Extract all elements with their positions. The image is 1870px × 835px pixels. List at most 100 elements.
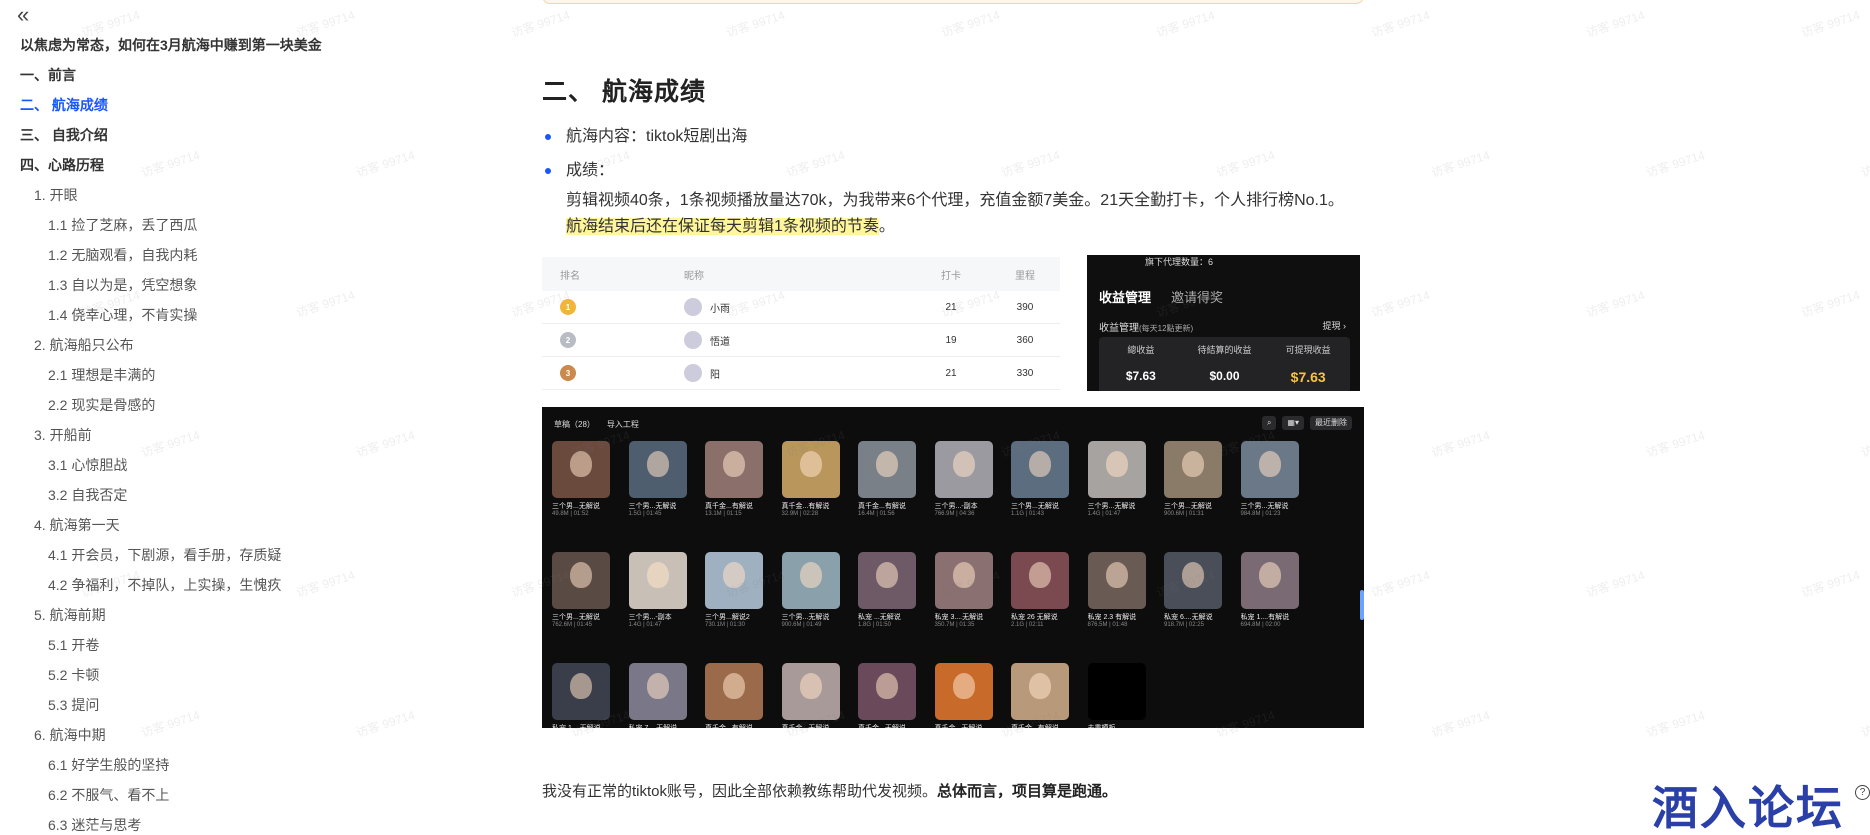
import-project: 导入工程: [606, 420, 639, 429]
draft-tile: 去重模板24.6M | 01:30: [1087, 663, 1146, 728]
draft-tile: 私宠 26 无解说 2.1G | 02:11: [1011, 552, 1069, 628]
toc-item[interactable]: 以焦虑为常态，如何在3月航海中赚到第一块美金: [20, 33, 322, 63]
draft-tile: 三个男...无解说 762.6M | 01:45: [552, 552, 610, 628]
draft-meta: 1.1G | 01:43: [1011, 511, 1044, 517]
toc-item[interactable]: 3. 开船前: [20, 423, 322, 453]
checkin-cell: 21: [945, 301, 957, 313]
toc-item[interactable]: 2. 航海船只公布: [20, 333, 322, 363]
draft-tile: 私宠 2.3 有解说 876.5M | 01:48: [1087, 552, 1146, 628]
toc-item[interactable]: 5. 航海前期: [20, 603, 322, 633]
scrollbar-thumb[interactable]: [1360, 590, 1364, 620]
draft-meta: 13.1M | 01:15: [705, 511, 742, 517]
draft-thumbnail: [781, 552, 840, 609]
draft-meta: 900.6M | 01:49: [781, 622, 822, 628]
draft-meta: 350.7M | 01:35: [934, 622, 975, 628]
watermark-text: 访客 99714: [1644, 427, 1707, 461]
toc-item[interactable]: 1.1 捡了芝麻，丢了西瓜: [20, 213, 322, 243]
drafts-toolbar: ⌕ ▦▾ 最近删除: [1261, 416, 1352, 430]
val-withdrawable: $7.63: [1290, 369, 1326, 385]
draft-thumbnail: [705, 441, 763, 498]
avatar: [684, 298, 702, 316]
header-mileage: 里程: [1015, 270, 1035, 282]
toc-item[interactable]: 二、 航海成绩: [20, 93, 322, 123]
earnings-tabs: 收益管理 邀请得奖: [1099, 287, 1223, 306]
watermark-text: 访客 99714: [1799, 567, 1862, 601]
toc-item[interactable]: 4.1 开会员，下剧源，看手册，存质疑: [20, 543, 322, 573]
toc-item[interactable]: 5.1 开卷: [20, 633, 322, 663]
watermark-text: 访客 99714: [1584, 7, 1647, 41]
watermark-text: 访客 99714: [1859, 148, 1870, 181]
draft-name: 私宠 3....无解说: [934, 614, 984, 621]
draft-name: 真千金...有解说: [781, 503, 830, 510]
toc-item[interactable]: 5.3 提问: [20, 693, 322, 723]
toc-item[interactable]: 1.4 侥幸心理，不肯实操: [20, 303, 322, 333]
draft-tile: 真千金...有解说720.7M | 02:00: [1011, 663, 1069, 728]
toc-item[interactable]: 6.2 不服气、看不上: [20, 783, 322, 813]
toc-item[interactable]: 3.1 心惊胆战: [20, 453, 322, 483]
toc-item[interactable]: 四、心路历程: [20, 153, 322, 183]
watermark-text: 访客 99714: [1584, 567, 1647, 601]
draft-name: 私宠 ...无解说: [858, 614, 901, 621]
draft-name: 真千金...有解说: [858, 503, 906, 510]
draft-thumbnail: [1087, 552, 1146, 609]
col-pending: 待結算的收益: [1197, 345, 1252, 355]
toc-item[interactable]: 6.3 迷茫与思考: [20, 813, 322, 835]
ranking-table-image: 排名 昵称 打卡 里程 1 小雨 21 390 2 悟道 19 360 3 阳 21 330: [542, 257, 1060, 391]
nickname: 阳: [710, 369, 720, 381]
draft-thumbnail: [934, 441, 993, 498]
toc-item[interactable]: 2.1 理想是丰满的: [20, 363, 322, 393]
highlighted-text: 航海结束后还在保证每天剪辑1条视频的节奏: [566, 218, 879, 235]
draft-name: 三个男...解说2: [705, 614, 750, 621]
watermark-text: 访客 99714: [1584, 287, 1647, 321]
mileage-cell: 360: [1016, 334, 1034, 346]
draft-thumbnail: [1087, 441, 1146, 498]
draft-thumbnail: [552, 663, 610, 720]
toc-item[interactable]: 3.2 自我否定: [20, 483, 322, 513]
header-rank: 排名: [560, 270, 580, 282]
watermark-text: 访客 99714: [1369, 7, 1432, 41]
toc-item[interactable]: 1. 开眼: [20, 183, 322, 213]
draft-tile: 三个男...无解说 1.1G | 01:43: [1011, 441, 1069, 517]
toc-item[interactable]: 5.2 卡顿: [20, 663, 322, 693]
toc-item[interactable]: 4.2 争福利，不掉队，上实操，生愧疚: [20, 573, 322, 603]
toc-item[interactable]: 1.2 无脑观看，自我内耗: [20, 243, 322, 273]
bullet-item: 航海内容：tiktok短剧出海: [542, 120, 747, 154]
draft-tile: 三个男...无解说 984.8M | 01:23: [1240, 441, 1299, 517]
results-text: 剪辑视频40条，1条视频播放量达70k，为我带来6个代理，充值金额7美金。21天…: [566, 192, 1344, 209]
draft-meta: 730.1M | 01:30: [705, 622, 745, 628]
draft-name: 三个男...-副本: [934, 503, 978, 510]
draft-tile: 真千金...有解说 13.1M | 01:15: [705, 441, 763, 517]
toc-item[interactable]: 6. 航海中期: [20, 723, 322, 753]
agent-count: 旗下代理数量：6: [1145, 257, 1214, 267]
toc-item[interactable]: 2.2 现实是骨感的: [20, 393, 322, 423]
toc-item[interactable]: 4. 航海第一天: [20, 513, 322, 543]
draft-tile: 三个男...无解说 900.6M | 01:31: [1164, 441, 1222, 517]
draft-name: 私宠 7....无解说: [629, 723, 687, 728]
checkin-cell: 21: [945, 367, 957, 379]
toc-item[interactable]: 1.3 自以为是，凭空想象: [20, 273, 322, 303]
help-icon[interactable]: ?: [1855, 785, 1870, 800]
draft-name: 私宠 1....有解说: [1240, 614, 1290, 621]
watermark-text: 访客 99714: [1429, 147, 1492, 181]
draft-meta: 1.4G | 01:47: [1087, 511, 1121, 517]
table-row: 1 小雨 21 390: [542, 291, 1060, 324]
mileage-cell: 390: [1016, 301, 1034, 313]
conclusion-bold: 总体而言，项目算是跑通。: [937, 783, 1118, 800]
watermark-text: 访客 99714: [1859, 708, 1870, 741]
draft-name: 私宠 26 无解说: [1011, 614, 1058, 621]
drafts-grid-image: 草稿（28） 导入工程 ⌕ ▦▾ 最近删除 三个男...无解说 49.8M | 0…: [542, 407, 1364, 728]
watermark-text: 访客 99714: [1369, 567, 1432, 601]
draft-name: 三个男...无解说: [552, 614, 600, 621]
toc-item[interactable]: 一、前言: [20, 63, 322, 93]
nickname: 小雨: [710, 303, 730, 315]
double-chevron-left-icon[interactable]: «: [17, 4, 37, 26]
earnings-update-note: (每天12點更新): [1139, 324, 1194, 333]
toc-item[interactable]: 三、 自我介绍: [20, 123, 322, 153]
toc-item[interactable]: 6.1 好学生般的坚持: [20, 753, 322, 783]
draft-name: 真千金...有解说: [705, 723, 763, 728]
results-end: 。: [878, 218, 895, 235]
earnings-subtitle: 收益管理(每天12點更新): [1099, 319, 1193, 334]
draft-name: 私宠 2.3 有解说: [1087, 614, 1137, 621]
draft-thumbnail: [1011, 552, 1069, 609]
draft-name: 真千金...无解说: [935, 723, 993, 728]
